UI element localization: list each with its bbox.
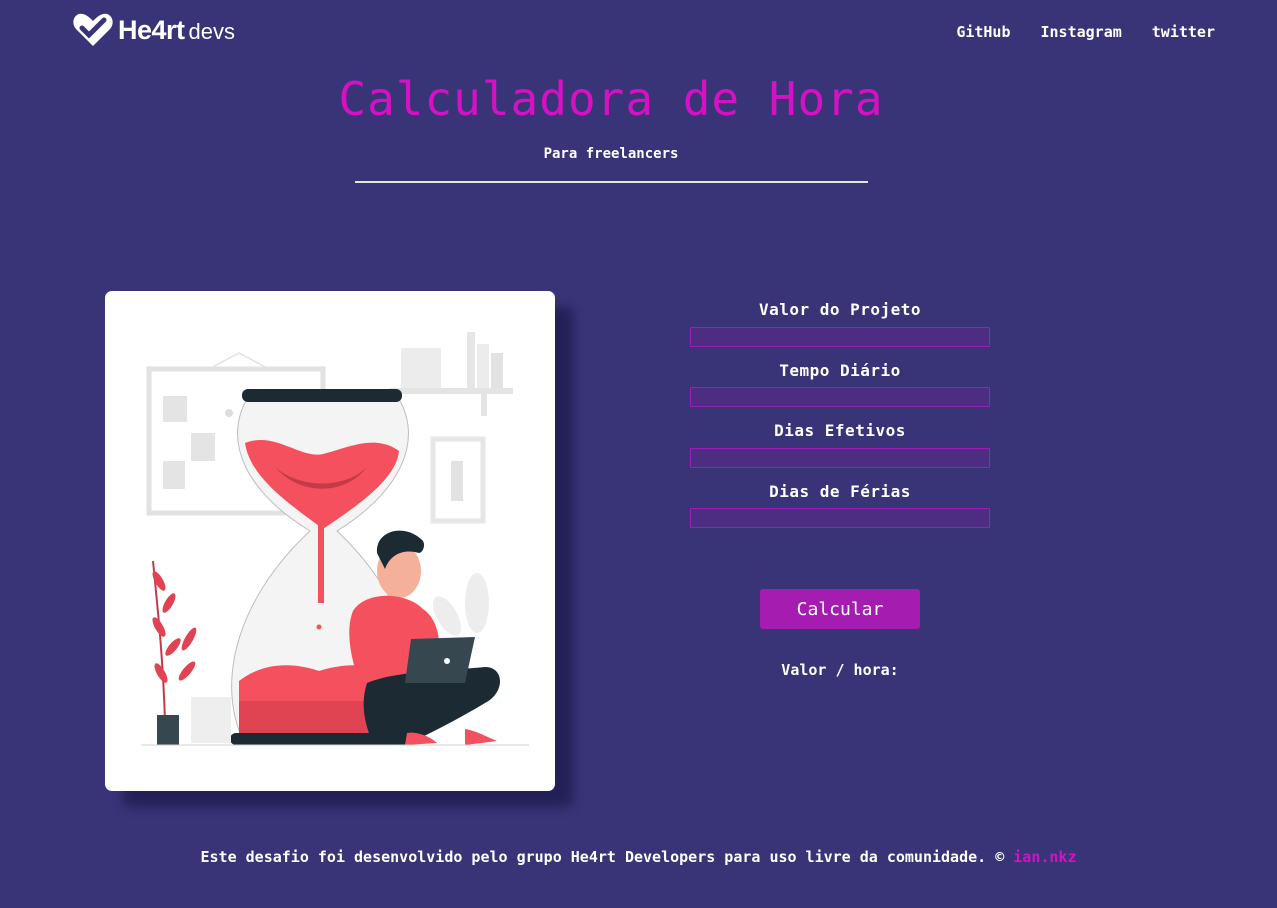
field-vacation-days: Dias de Férias bbox=[690, 481, 990, 528]
logo-subtext: devs bbox=[188, 19, 236, 44]
field-daily-time: Tempo Diário bbox=[690, 360, 990, 407]
logo-text: He4rt bbox=[118, 14, 185, 45]
daily-time-input[interactable] bbox=[690, 387, 990, 407]
hourly-rate-result: Valor / hora: bbox=[781, 661, 899, 679]
daily-time-label: Tempo Diário bbox=[779, 360, 901, 380]
vacation-days-input[interactable] bbox=[690, 508, 990, 528]
field-project-value: Valor do Projeto bbox=[690, 300, 990, 347]
nav-link-instagram[interactable]: Instagram bbox=[1041, 23, 1122, 41]
illustration-card bbox=[105, 291, 555, 791]
effective-days-input[interactable] bbox=[690, 447, 990, 468]
footer-text: Este desafio foi desenvolvido pelo grupo… bbox=[200, 848, 1014, 866]
page-subtitle: Para freelancers bbox=[543, 146, 679, 162]
top-nav: GitHub Instagram twitter bbox=[956, 23, 1215, 41]
project-value-label: Valor do Projeto bbox=[758, 300, 922, 319]
title-divider bbox=[355, 181, 868, 183]
heart-logo-icon bbox=[73, 13, 113, 46]
nav-link-github[interactable]: GitHub bbox=[956, 23, 1010, 41]
project-value-input[interactable] bbox=[690, 326, 990, 347]
nav-link-twitter[interactable]: twitter bbox=[1152, 23, 1215, 41]
vacation-days-label: Dias de Férias bbox=[769, 481, 911, 501]
hourglass-freelancer-illustration bbox=[141, 332, 529, 746]
calculator-form: Valor do Projeto Tempo Diário Dias Efeti… bbox=[690, 300, 990, 542]
footer-author-link[interactable]: ian.nkz bbox=[1013, 848, 1076, 866]
page-title: Calculadora de Hora bbox=[338, 72, 884, 126]
effective-days-label: Dias Efetivos bbox=[774, 421, 906, 440]
field-effective-days: Dias Efetivos bbox=[690, 421, 990, 468]
footer: Este desafio foi desenvolvido pelo grupo… bbox=[0, 848, 1277, 866]
calculate-button[interactable]: Calcular bbox=[760, 589, 920, 629]
logo[interactable]: He4rt devs bbox=[72, 12, 235, 48]
